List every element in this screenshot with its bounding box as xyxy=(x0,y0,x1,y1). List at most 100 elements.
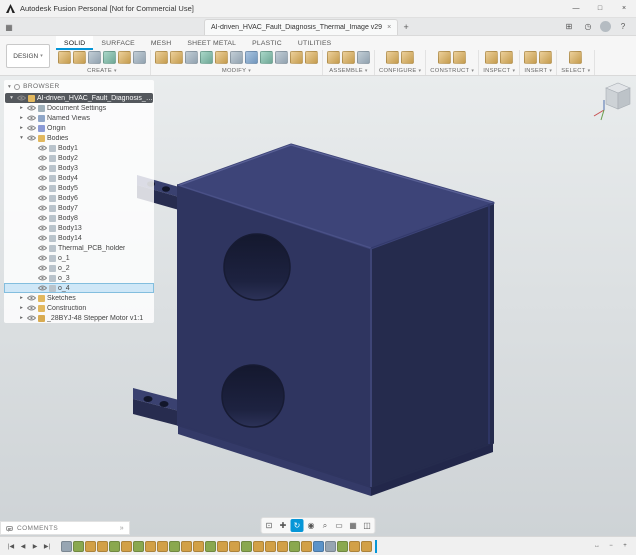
appearance-icon[interactable] xyxy=(290,51,303,64)
timeline-position-marker[interactable] xyxy=(375,540,377,553)
timeline-feature-icon[interactable] xyxy=(109,541,120,552)
visibility-eye-icon[interactable] xyxy=(27,115,36,121)
visibility-eye-icon[interactable] xyxy=(27,305,36,311)
timeline-fit-button[interactable]: ↔ xyxy=(591,540,603,553)
offset-face-icon[interactable] xyxy=(230,51,243,64)
timeline-feature-icon[interactable] xyxy=(169,541,180,552)
browser-item-body3[interactable]: Body3 xyxy=(4,163,154,173)
minimize-button[interactable]: — xyxy=(564,0,588,17)
browser-item-origin[interactable]: Origin xyxy=(4,123,154,133)
timeline-zoom-in-button[interactable]: + xyxy=(619,540,631,553)
toolbar-group-create-label[interactable]: CREATE▾ xyxy=(87,68,117,74)
view-cube[interactable] xyxy=(594,83,630,120)
timeline-feature-icon[interactable] xyxy=(193,541,204,552)
hvac-enclosure-model[interactable] xyxy=(133,145,493,496)
ribbon-tab-sheet-metal[interactable]: SHEET METAL xyxy=(179,36,244,50)
visibility-eye-icon[interactable] xyxy=(38,185,47,191)
visibility-eye-icon[interactable] xyxy=(38,225,47,231)
visibility-eye-icon[interactable] xyxy=(38,155,47,161)
document-tab[interactable]: AI-driven_HVAC_Fault_Diagnosis_Thermal_I… xyxy=(204,19,398,35)
visibility-eye-icon[interactable] xyxy=(27,105,36,111)
browser-options-icon[interactable] xyxy=(14,84,20,90)
browser-item-o-4[interactable]: o_4 xyxy=(4,283,154,293)
toolbar-group-configure-label[interactable]: CONFIGURE▾ xyxy=(379,68,421,74)
viewport-layout-icon[interactable]: ◫ xyxy=(361,519,374,532)
timeline-feature-icon[interactable] xyxy=(361,541,372,552)
expand-arrow-icon[interactable] xyxy=(18,125,25,131)
timeline-zoom-out-button[interactable]: − xyxy=(605,540,617,553)
timeline-play-button[interactable]: ▶ xyxy=(29,540,41,553)
ribbon-tab-surface[interactable]: SURFACE xyxy=(93,36,143,50)
timeline-feature-icon[interactable] xyxy=(253,541,264,552)
visibility-eye-icon[interactable] xyxy=(38,165,47,171)
visibility-eye-icon[interactable] xyxy=(38,175,47,181)
workspace-selector[interactable]: DESIGN ▾ xyxy=(6,44,50,68)
expand-arrow-icon[interactable] xyxy=(18,305,25,311)
new-tab-button[interactable]: + xyxy=(398,19,414,35)
primitive-box-icon[interactable] xyxy=(133,51,146,64)
timeline-feature-icon[interactable] xyxy=(301,541,312,552)
timeline-feature-icon[interactable] xyxy=(325,541,336,552)
visibility-eye-icon[interactable] xyxy=(38,285,47,291)
look-at-icon[interactable]: ◉ xyxy=(305,519,318,532)
timeline-feature-icon[interactable] xyxy=(181,541,192,552)
toolbar-group-inspect-label[interactable]: INSPECT▾ xyxy=(483,68,515,74)
box-right-face[interactable] xyxy=(371,203,493,487)
change-parameters-icon[interactable] xyxy=(305,51,318,64)
fit-view-icon[interactable]: ⊡ xyxy=(263,519,276,532)
visibility-eye-icon[interactable] xyxy=(27,315,36,321)
combine-icon[interactable] xyxy=(215,51,228,64)
browser-item-body5[interactable]: Body5 xyxy=(4,183,154,193)
measure-icon[interactable] xyxy=(485,51,498,64)
shell-icon[interactable] xyxy=(200,51,213,64)
timeline-feature-icon[interactable] xyxy=(133,541,144,552)
joint-icon[interactable] xyxy=(342,51,355,64)
ribbon-tab-utilities[interactable]: UTILITIES xyxy=(290,36,340,50)
help-icon[interactable]: ? xyxy=(616,20,630,34)
construction-axis-icon[interactable] xyxy=(453,51,466,64)
loft-icon[interactable] xyxy=(118,51,131,64)
toolbar-group-modify-label[interactable]: MODIFY▾ xyxy=(222,68,251,74)
circular-hole-bottom[interactable] xyxy=(222,365,284,427)
timeline-feature-icon[interactable] xyxy=(277,541,288,552)
configuration-table-icon[interactable] xyxy=(401,51,414,64)
physical-material-icon[interactable] xyxy=(275,51,288,64)
timeline-feature-icon[interactable] xyxy=(229,541,240,552)
visibility-eye-icon[interactable] xyxy=(38,195,47,201)
toolbar-group-construct-label[interactable]: CONSTRUCT▾ xyxy=(430,68,474,74)
collapse-chevron-icon[interactable] xyxy=(8,83,11,90)
browser-item-body14[interactable]: Body14 xyxy=(4,233,154,243)
timeline-feature-icon[interactable] xyxy=(349,541,360,552)
zoom-icon[interactable]: ⌕ xyxy=(319,519,332,532)
data-panel-toggle-icon[interactable]: ▦ xyxy=(0,19,18,35)
split-body-icon[interactable] xyxy=(245,51,258,64)
timeline-feature-icon[interactable] xyxy=(97,541,108,552)
chamfer-icon[interactable] xyxy=(185,51,198,64)
browser-item-o-3[interactable]: o_3 xyxy=(4,273,154,283)
mounting-flange-bottom[interactable] xyxy=(133,388,179,426)
orbit-icon[interactable]: ↻ xyxy=(291,519,304,532)
pan-icon[interactable]: ✚ xyxy=(277,519,290,532)
new-component-icon[interactable] xyxy=(327,51,340,64)
visibility-eye-icon[interactable] xyxy=(38,255,47,261)
browser-header[interactable]: BROWSER xyxy=(4,80,154,93)
visibility-eye-icon[interactable] xyxy=(27,125,36,131)
browser-item-body8[interactable]: Body8 xyxy=(4,213,154,223)
toolbar-group-select-label[interactable]: SELECT▾ xyxy=(561,68,590,74)
visibility-eye-icon[interactable] xyxy=(27,295,36,301)
timeline-feature-icon[interactable] xyxy=(85,541,96,552)
ribbon-tab-mesh[interactable]: MESH xyxy=(143,36,179,50)
timeline-feature-icon[interactable] xyxy=(217,541,228,552)
visibility-eye-icon[interactable] xyxy=(38,215,47,221)
ribbon-tab-plastic[interactable]: PLASTIC xyxy=(244,36,290,50)
decal-icon[interactable] xyxy=(539,51,552,64)
timeline-step-back-button[interactable]: ◀ xyxy=(17,540,29,553)
browser-item-construction[interactable]: Construction xyxy=(4,303,154,313)
visibility-eye-icon[interactable] xyxy=(17,95,26,101)
browser-item-sketches[interactable]: Sketches xyxy=(4,293,154,303)
expand-arrow-icon[interactable] xyxy=(18,295,25,301)
timeline-feature-icon[interactable] xyxy=(145,541,156,552)
browser-item-body2[interactable]: Body2 xyxy=(4,153,154,163)
timeline-feature-icon[interactable] xyxy=(121,541,132,552)
timeline-feature-icon[interactable] xyxy=(289,541,300,552)
